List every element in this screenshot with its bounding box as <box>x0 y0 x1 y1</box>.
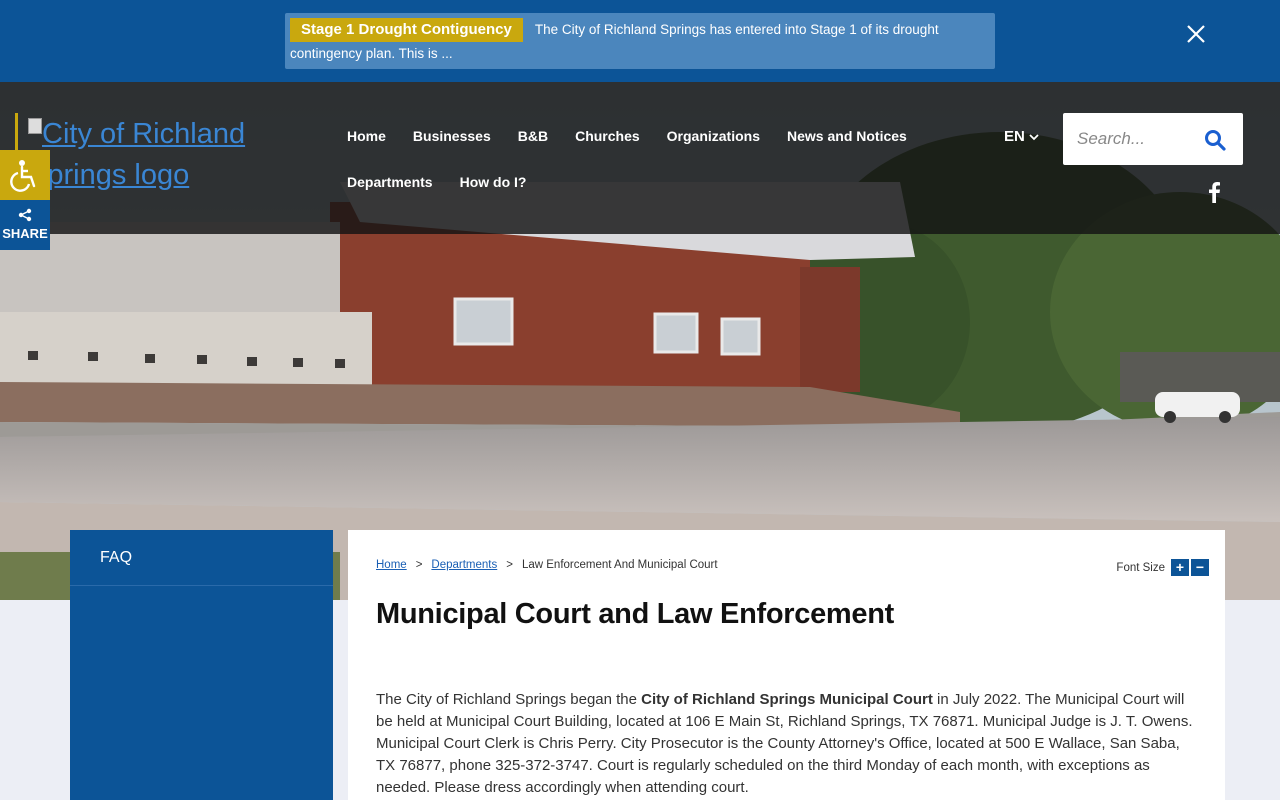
nav-item-businesses[interactable]: Businesses <box>413 126 491 146</box>
language-label: EN <box>1004 128 1025 145</box>
nav-item-bnb[interactable]: B&B <box>518 126 548 146</box>
nav-item-churches[interactable]: Churches <box>575 126 640 146</box>
nav-item-organizations[interactable]: Organizations <box>667 126 760 146</box>
font-size-control: Font Size + − <box>1116 559 1209 576</box>
site-logo[interactable]: City of Richland Springs logo <box>28 114 328 196</box>
page-title: Municipal Court and Law Enforcement <box>376 598 894 630</box>
close-icon[interactable] <box>1184 22 1208 46</box>
nav-item-departments[interactable]: Departments <box>347 172 433 192</box>
font-size-label: Font Size <box>1116 561 1165 574</box>
breadcrumb-home[interactable]: Home <box>376 559 407 571</box>
breadcrumb-current: Law Enforcement And Municipal Court <box>521 559 718 571</box>
alert-message[interactable]: Stage 1 Drought Contiguency The City of R… <box>285 13 995 69</box>
main-nav: Home Businesses B&B Churches Organizatio… <box>347 126 934 218</box>
logo-alt-text: City of Richland Springs logo <box>28 118 246 191</box>
broken-image-icon <box>28 118 42 134</box>
font-increase-button[interactable]: + <box>1171 559 1189 576</box>
share-icon <box>18 208 32 222</box>
breadcrumb: Home > Departments > Law Enforcement And… <box>376 559 718 571</box>
breadcrumb-departments[interactable]: Departments <box>431 559 497 571</box>
accessibility-icon <box>10 160 36 192</box>
nav-row-secondary: Departments How do I? <box>347 172 934 192</box>
alert-bar: Stage 1 Drought Contiguency The City of R… <box>0 0 1280 82</box>
accessibility-button[interactable] <box>0 150 50 200</box>
share-button[interactable]: SHARE <box>0 200 50 250</box>
alert-badge: Stage 1 Drought Contiguency <box>290 18 523 42</box>
breadcrumb-separator: > <box>506 559 513 571</box>
alert-text-line1: The City of Richland Springs has entered… <box>534 22 939 37</box>
paragraph-text-start: The City of Richland Springs began the <box>376 691 642 708</box>
share-label: SHARE <box>2 226 48 241</box>
nav-item-how-do-i[interactable]: How do I? <box>460 172 527 192</box>
search-icon[interactable] <box>1204 129 1226 151</box>
search-input[interactable] <box>1077 127 1197 151</box>
sidebar-item-faq[interactable]: FAQ <box>70 530 333 586</box>
paragraph-bold-text: City of Richland Springs Municipal Court <box>641 691 933 708</box>
language-selector[interactable]: EN <box>1004 128 1039 145</box>
font-decrease-button[interactable]: − <box>1191 559 1209 576</box>
chevron-down-icon <box>1029 133 1039 140</box>
breadcrumb-separator: > <box>415 559 423 571</box>
main-content: Home > Departments > Law Enforcement And… <box>348 530 1225 800</box>
nav-item-home[interactable]: Home <box>347 126 386 146</box>
sidebar: FAQ <box>70 530 333 800</box>
nav-item-news[interactable]: News and Notices <box>787 126 907 146</box>
alert-text-line2: contingency plan. This is ... <box>290 46 453 61</box>
facebook-icon[interactable] <box>1206 180 1222 204</box>
nav-row-primary: Home Businesses B&B Churches Organizatio… <box>347 126 934 146</box>
logo-accent-bar <box>15 113 18 151</box>
search-box <box>1063 113 1243 165</box>
court-description: The City of Richland Springs began the C… <box>376 689 1198 799</box>
